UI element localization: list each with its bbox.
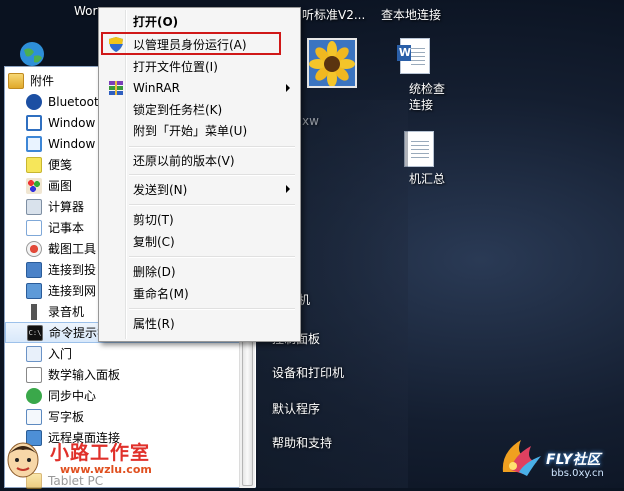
winrar-icon [109,81,123,95]
snipping-tool-icon [26,240,42,257]
microphone-icon [26,303,42,320]
desktop-icon-label: 听标准V2... [302,8,366,22]
menu-item-label: 属性(R) [133,316,175,331]
submenu-arrow-icon [286,84,290,92]
program-label: 连接到投 [48,263,97,277]
program-label: 同步中心 [48,389,97,403]
annotation-highlight-box [101,32,281,55]
calculator-icon [26,198,42,215]
menu-item-restore-previous-versions[interactable]: 还原以前的版本(V) [101,149,298,171]
network-projector-icon [26,282,42,299]
program-item-sync-center[interactable]: 同步中心 [26,385,238,406]
desktop-icon-label: 机汇总 [409,172,446,186]
program-label: 入门 [48,347,73,361]
menu-item-label: 复制(C) [133,234,175,249]
program-label: 录音机 [48,305,85,319]
network-globe-icon[interactable] [18,40,48,68]
menu-item-label: 锁定到任务栏(K) [133,102,223,117]
command-prompt-icon: C:\ [27,324,43,341]
menu-item-copy[interactable]: 复制(C) [101,230,298,252]
menu-item-label: 重命名(M) [133,286,189,301]
program-label: 连接到网 [48,284,97,298]
projector-icon [26,261,42,278]
menu-separator [129,308,295,310]
math-input-icon [26,366,42,383]
program-label: 写字板 [48,410,85,424]
window-icon [26,114,42,131]
program-label: 画图 [48,179,73,193]
sunflower-image-icon[interactable] [307,38,357,88]
desktop-icon-label: 查本地连接 [381,8,442,22]
program-label: 计算器 [48,200,85,214]
menu-item-open[interactable]: 打开(O) [101,10,298,32]
sync-icon [26,387,42,404]
menu-item-label: 发送到(N) [133,182,188,197]
menu-separator [129,174,295,176]
notepad-icon [26,219,42,236]
menu-item-label: WinRAR [133,81,180,95]
desktop-icon-label: 统检查 [409,82,446,96]
wordpad-icon [26,408,42,425]
menu-item-label: 还原以前的版本(V) [133,153,235,168]
document-icon[interactable] [404,131,434,167]
start-right-item-default-programs[interactable]: 默认程序 [272,400,320,417]
program-item-wordpad[interactable]: 写字板 [26,406,238,427]
desktop-icon-label: 连接 [409,98,434,112]
menu-item-label: 打开文件位置(I) [133,59,218,74]
menu-item-label: 剪切(T) [133,212,174,227]
window-icon [26,135,42,152]
menu-item-label: 打开(O) [133,14,179,29]
getting-started-icon [26,345,42,362]
menu-item-open-file-location[interactable]: 打开文件位置(I) [101,55,298,77]
program-label: 截图工具 [48,242,97,256]
menu-item-label: 附到「开始」菜单(U) [133,123,248,138]
paint-icon [26,177,42,194]
watermark-fly-url: bbs.0xy.cn [551,468,604,479]
program-item-getting-started[interactable]: 入门 [26,343,238,364]
watermark-studio-url: www.wzlu.com [60,463,152,476]
program-label: Bluetoot [48,94,99,109]
cartoon-mascot-icon [7,442,39,478]
menu-item-pin-to-start-menu[interactable]: 附到「开始」菜单(U) [101,119,298,141]
submenu-arrow-icon [286,185,290,193]
program-label: Window [48,115,96,130]
menu-separator [129,204,295,206]
menu-separator [129,146,295,148]
menu-item-label: 删除(D) [133,264,176,279]
menu-item-send-to[interactable]: 发送到(N) [101,178,298,200]
sticky-note-icon [26,156,42,173]
program-label: 数学输入面板 [48,368,121,382]
menu-item-cut[interactable]: 剪切(T) [101,208,298,230]
watermark-studio-title: 小路工作室 [50,442,151,464]
context-menu: 打开(O) 以管理员身份运行(A) 打开文件位置(I) WinRAR 锁定到任务… [98,7,301,342]
menu-separator [129,256,295,258]
desktop-icon-label: Wor [74,4,98,18]
menu-item-delete[interactable]: 删除(D) [101,260,298,282]
program-label: 记事本 [48,221,85,235]
program-label: 附件 [30,74,55,88]
program-label: Window [48,136,96,151]
menu-item-winrar[interactable]: WinRAR [101,77,298,99]
menu-item-rename[interactable]: 重命名(M) [101,282,298,304]
start-right-item-help-support[interactable]: 帮助和支持 [272,434,332,451]
word-document-icon[interactable]: W [397,38,430,74]
watermark-fly-title: FLY社区 [546,452,601,468]
program-item-math-input-panel[interactable]: 数学输入面板 [26,364,238,385]
start-right-item-devices-printers[interactable]: 设备和打印机 [272,364,344,381]
bluetooth-icon [26,93,42,110]
program-label: 便笺 [48,158,73,172]
menu-item-pin-to-taskbar[interactable]: 锁定到任务栏(K) [101,98,298,120]
folder-icon [8,72,24,89]
menu-item-properties[interactable]: 属性(R) [101,312,298,334]
fly-community-logo-icon [502,440,541,476]
